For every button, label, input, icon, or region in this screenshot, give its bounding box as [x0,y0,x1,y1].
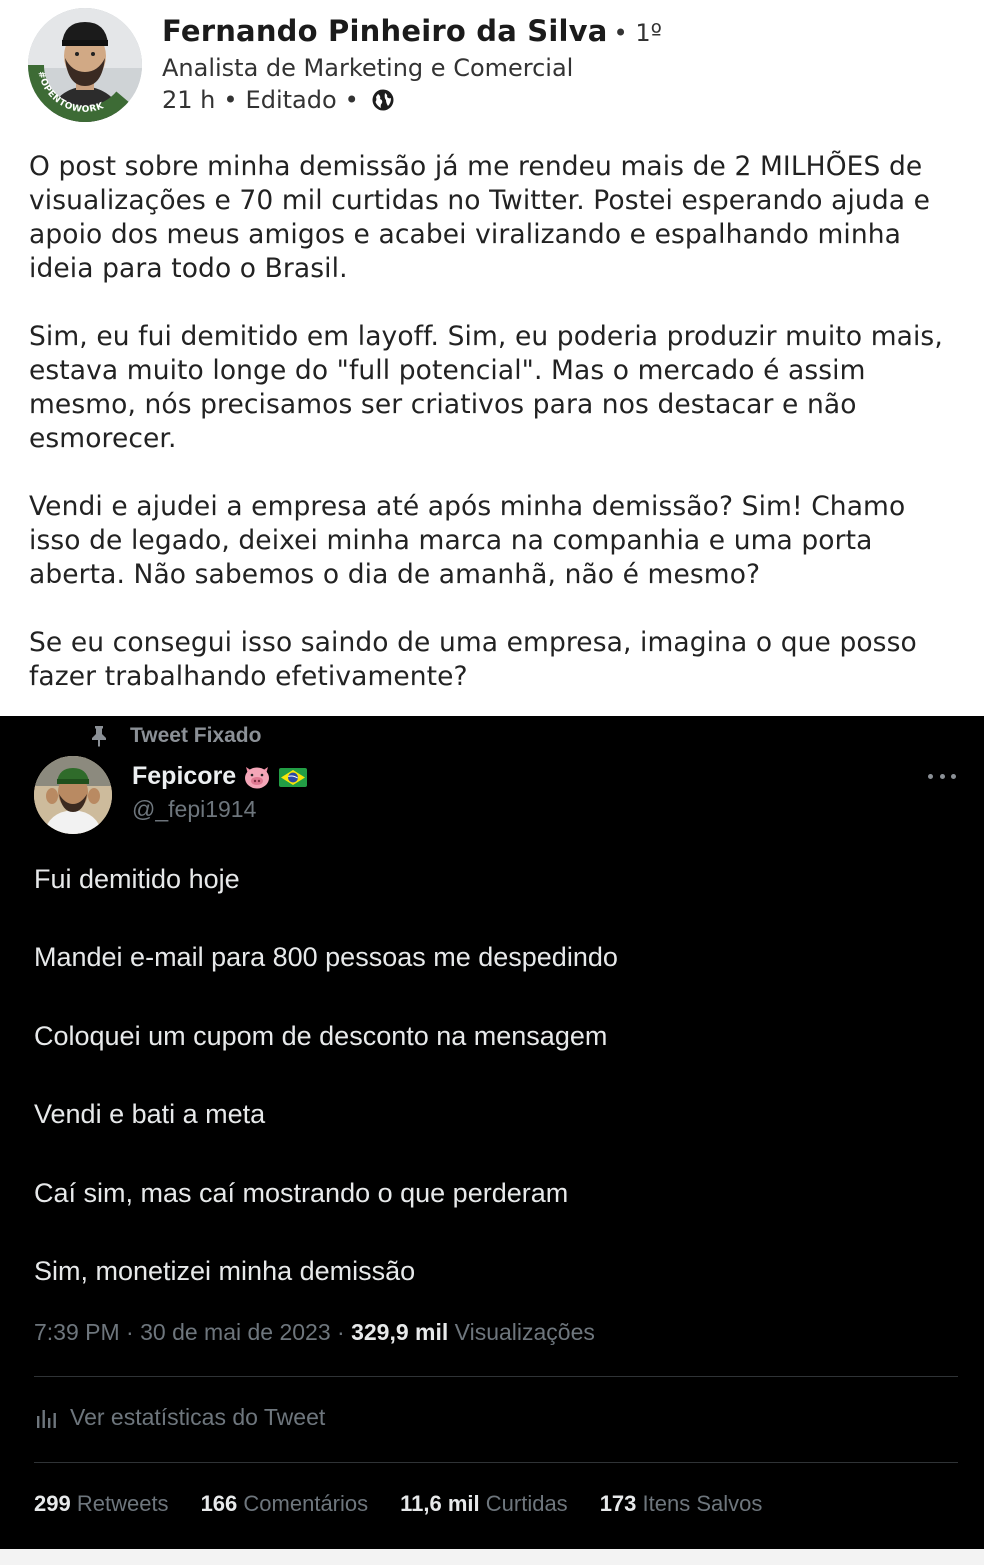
post-line: ideia para todo o Brasil. [29,253,348,284]
stats-link-label: Ver estatísticas do Tweet [70,1404,326,1430]
tweet-author-name[interactable]: Fepicore [132,762,236,791]
count-label: Itens Salvos [642,1491,763,1516]
tweet-author-handle[interactable]: @_fepi1914 [132,796,256,823]
post-line: O post sobre minha demissão já me rendeu… [29,151,923,182]
tweet-avatar-image [34,756,112,834]
post-line: mesmo, nós precisamos ser criativos para… [29,389,857,420]
divider [34,1376,958,1377]
avatar-image: #OPENTOWORK [28,8,142,122]
post-line: apoio dos meus amigos e acabei viralizan… [29,219,902,250]
pig-emoji-icon [242,764,272,790]
engagement-count-curtidas[interactable]: 11,6 mil Curtidas [400,1491,568,1517]
edited-label: Editado [245,86,337,114]
post-line: isso de legado, deixei minha marca na co… [29,525,873,556]
count-label: Comentários [243,1491,369,1516]
engagement-count-comentários[interactable]: 166 Comentários [201,1491,369,1517]
divider [34,1462,958,1463]
author-avatar[interactable]: #OPENTOWORK [28,8,142,122]
post-line: estava muito longe do "full potencial". … [29,355,866,386]
post-paragraph: Se eu consegui isso saindo de uma empres… [29,626,959,694]
post-line: esmorecer. [29,423,177,454]
post-time: 21 h [162,86,216,114]
post-line: Vendi e ajudei a empresa até após minha … [29,491,906,522]
views-label: Visualizações [454,1319,595,1345]
author-name[interactable]: Fernando Pinheiro da Silva [162,14,608,48]
post-header: #OPENTOWORK Fernando Pinheiro da Silva • … [0,0,984,140]
brazil-flag-icon [278,764,308,790]
tweet-author-avatar[interactable] [34,756,112,834]
count-label: Curtidas [485,1491,568,1516]
count-value: 166 [200,1491,238,1516]
tweet-text: Fui demitido hoje Mandei e-mail para 800 … [34,862,934,1332]
more-icon[interactable] [928,766,956,786]
meta-separator: • [223,86,238,114]
tweet-line: Vendi e bati a meta [34,1099,266,1130]
tweet-name-row: Fepicore [132,762,308,791]
post-paragraph: Vendi e ajudei a empresa até após minha … [29,490,959,592]
globe-icon [371,88,395,112]
tweet-line: Fui demitido hoje [34,864,240,894]
tweet-stats-link[interactable]: Ver estatísticas do Tweet [34,1404,325,1431]
post-paragraph: Sim, eu fui demitido em layoff. Sim, eu … [29,320,959,456]
engagement-counts: 299 Retweets 166 Comentários 11,6 mil Curt… [34,1491,794,1517]
author-headline: Analista de Marketing e Comercial [162,54,574,82]
author-name-row: Fernando Pinheiro da Silva • 1º [162,14,662,48]
count-label: Retweets [76,1491,169,1516]
tweet-line: Caí sim, mas caí mostrando o que perdera… [34,1177,569,1208]
tweet-line: Sim, monetizei minha demissão [34,1255,416,1286]
post-meta: 21 h • Editado • [162,86,395,114]
post-line: Se eu consegui isso saindo de uma empres… [29,627,917,658]
post-line: visualizações e 70 mil curtidas no Twitt… [29,185,931,216]
post-line: Sim, eu fui demitido em layoff. Sim, eu … [29,321,943,352]
stats-bars-icon [37,1409,56,1428]
post-body: O post sobre minha demissão já me rendeu… [29,150,959,694]
count-value: 299 [34,1491,71,1516]
count-value: 11,6 mil [400,1491,480,1516]
bottom-edge [0,1549,984,1565]
engagement-count-itens-salvos[interactable]: 173 Itens Salvos [600,1491,763,1517]
post-line: fazer trabalhando efetivamente? [29,661,468,692]
post-line: aberta. Não sabemos o dia de amanhã, não… [29,559,761,590]
pin-icon [92,726,106,747]
pinned-row: Tweet Fixado [90,724,261,748]
connection-degree: • 1º [613,19,662,47]
tweet-timestamp-row: 7:39 PM · 30 de mai de 2023 · 329,9 mil … [34,1319,595,1346]
tweet-timestamp[interactable]: 7:39 PM · 30 de mai de 2023 · [34,1319,351,1345]
engagement-count-retweets[interactable]: 299 Retweets [34,1491,169,1517]
tweet-line: Mandei e-mail para 800 pessoas me desped… [34,942,618,973]
pinned-label: Tweet Fixado [130,724,262,747]
count-value: 173 [599,1491,637,1516]
views-count: 329,9 mil [351,1319,449,1345]
embedded-tweet: Tweet Fixado Fepicore @_fepi1914 Fui dem… [0,716,984,1549]
tweet-line: Coloquei um cupom de desconto na mensage… [34,1020,608,1051]
meta-separator: • [344,86,359,114]
post-paragraph: O post sobre minha demissão já me rendeu… [29,150,959,286]
